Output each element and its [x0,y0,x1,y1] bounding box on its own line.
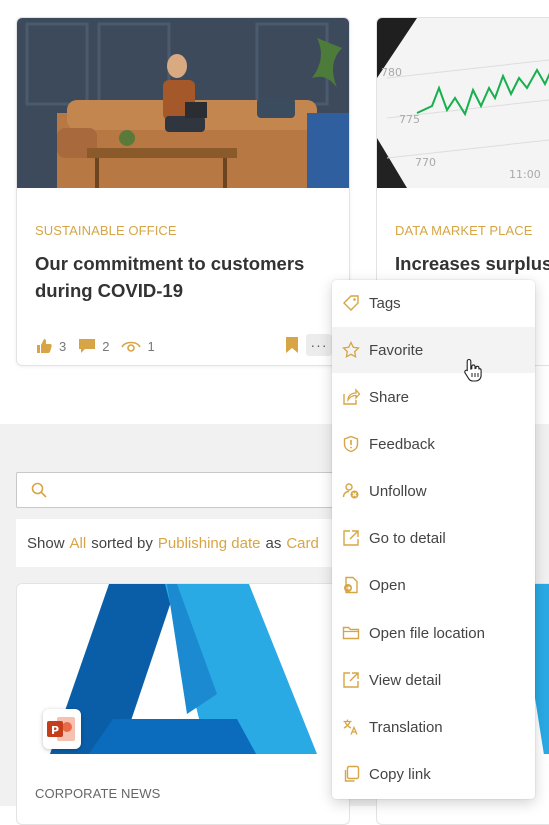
menu-item-label: Tags [369,294,401,312]
menu-item-label: Translation [369,718,443,736]
tag-icon [342,294,360,312]
card-thumbnail-photo [17,18,349,188]
chart-axis-label: 770 [415,156,436,169]
menu-item-label: View detail [369,671,442,689]
menu-item-label: Copy link [369,765,431,783]
card-stats: 3 2 1 [35,336,167,356]
card-thumbnail-chart: 780 775 770 11:00 [377,18,549,188]
card-title[interactable]: Increases surplus [395,250,549,277]
comment-count: 2 [102,338,110,354]
menu-item-translation[interactable]: Translation [332,704,535,750]
menu-item-open-file-location[interactable]: Open file location [332,610,535,656]
sorted-by-label: sorted by [91,534,153,552]
more-options-button[interactable]: ··· [306,334,332,356]
menu-item-unfollow[interactable]: Unfollow [332,468,535,514]
powerpoint-file-icon: P [43,709,81,749]
card-category: DATA MARKET PLACE [395,223,533,238]
chart-axis-label: 11:00 [509,168,541,181]
menu-item-open[interactable]: Open [332,562,535,608]
card-category: SUSTAINABLE OFFICE [35,223,177,238]
star-icon [342,341,360,359]
show-label: Show [27,534,65,552]
filter-all-link[interactable]: All [70,535,87,552]
thumbs-up-icon [37,339,52,353]
unfollow-icon [342,482,360,500]
shield-exclamation-icon [342,435,360,453]
chart-axis-label: 780 [381,66,402,79]
like-stat[interactable]: 3 [35,337,66,355]
external-link-icon [342,529,360,547]
filter-bar: Show All sorted by Publishing date as Ca… [16,519,356,567]
card-title[interactable]: Our commitment to customers during COVID… [35,250,335,304]
bookmark-icon[interactable] [285,336,299,354]
eye-icon [121,341,142,352]
menu-item-label: Go to detail [369,529,446,547]
comment-stat[interactable]: 2 [78,337,109,355]
hand-pointer-icon [464,358,482,382]
share-icon [342,388,360,406]
folder-icon [342,624,360,642]
menu-item-tags[interactable]: Tags [332,280,535,326]
view-stat: 1 [121,338,155,354]
menu-item-feedback[interactable]: Feedback [332,421,535,467]
context-menu: Tags Favorite Share Feedback Unfollow Go… [332,280,535,799]
menu-item-label: Unfollow [369,482,427,500]
menu-item-favorite[interactable]: Favorite [332,327,535,373]
copy-icon [342,765,360,783]
menu-item-label: Feedback [369,435,435,453]
menu-item-label: Share [369,388,410,406]
view-mode-link[interactable]: Card [286,535,319,552]
view-count: 1 [147,338,155,354]
menu-item-go-to-detail[interactable]: Go to detail [332,515,535,561]
menu-item-label: Favorite [369,341,424,359]
card-category: CORPORATE NEWS [35,786,161,801]
comment-icon [79,339,96,353]
open-file-icon [342,576,360,594]
sort-field-link[interactable]: Publishing date [158,535,261,552]
news-card[interactable]: SUSTAINABLE OFFICE Our commitment to cus… [16,17,350,366]
search-box[interactable] [16,472,363,508]
search-icon [31,482,47,498]
menu-item-view-detail[interactable]: View detail [332,657,535,703]
menu-item-label: Open file location [369,624,485,642]
menu-item-copy-link[interactable]: Copy link [332,751,535,797]
chart-axis-label: 775 [399,113,420,126]
news-card[interactable]: P CORPORATE NEWS [16,583,350,825]
menu-item-share[interactable]: Share [332,374,535,420]
external-link-icon [342,671,360,689]
like-count: 3 [59,338,67,354]
svg-text:P: P [51,724,59,737]
translate-icon [342,718,360,736]
as-label: as [265,534,282,552]
menu-item-label: Open [369,576,406,594]
